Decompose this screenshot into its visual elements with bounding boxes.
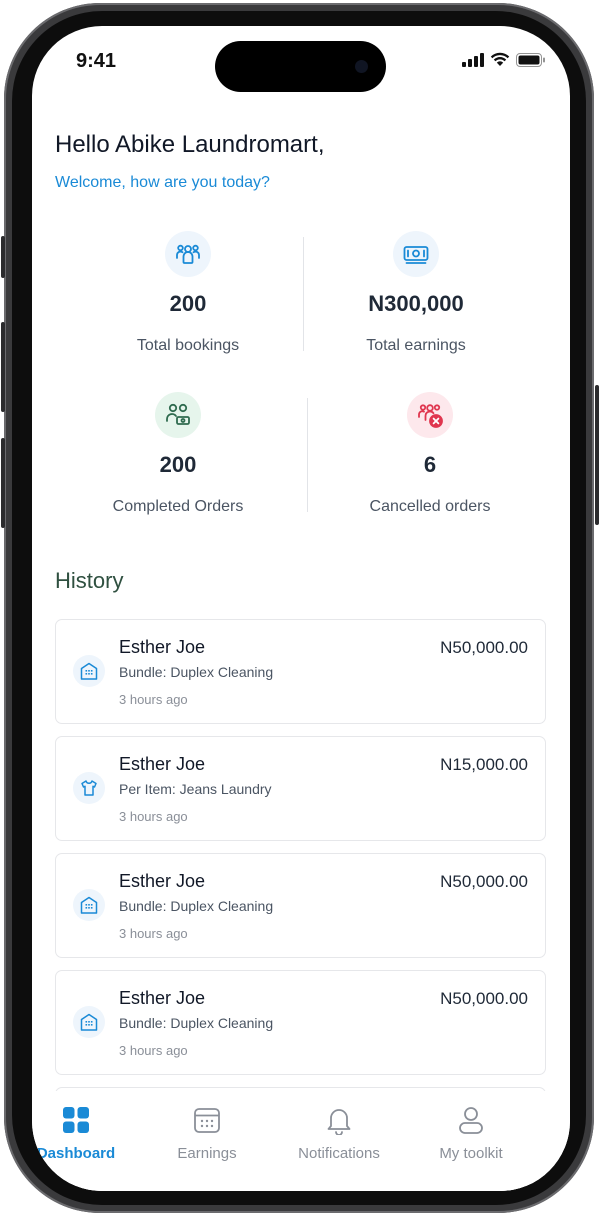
status-icons: [462, 52, 546, 67]
stat-value: N300,000: [368, 291, 464, 316]
wifi-icon: [490, 52, 510, 66]
stat-label: Completed Orders: [112, 498, 244, 515]
stat-completed-orders[interactable]: 200 Completed Orders: [78, 392, 278, 516]
order-amount: N15,000.00: [440, 755, 528, 774]
order-description: Bundle: Duplex Cleaning: [119, 898, 274, 914]
camera-icon: [355, 60, 368, 73]
action-button: [1, 236, 5, 278]
order-time: 3 hours ago: [119, 926, 188, 941]
volume-down-button: [1, 438, 5, 528]
shirt-icon: [73, 772, 105, 804]
greeting-title: Hello Abike Laundromart,: [55, 131, 325, 158]
customer-name: Esther Joe: [119, 754, 206, 774]
tab-earnings[interactable]: Earnings: [142, 1103, 272, 1162]
tab-label: My toolkit: [439, 1145, 503, 1162]
stat-label: Total earnings: [366, 337, 466, 354]
customer-name: Esther Joe: [119, 871, 206, 891]
bottom-tab-bar: Dashboard Earnings Notifications My tool…: [32, 1091, 570, 1191]
user-icon: [406, 1103, 536, 1137]
users-cancel-icon: [407, 392, 453, 438]
building-icon: [73, 1006, 105, 1038]
customer-name: Esther Joe: [119, 637, 206, 657]
stat-cancelled-orders[interactable]: 6 Cancelled orders: [330, 392, 530, 516]
history-title: History: [55, 568, 124, 593]
order-amount: N50,000.00: [440, 638, 528, 657]
status-bar: 9:41: [32, 26, 570, 92]
order-time: 3 hours ago: [119, 692, 188, 707]
tab-my-toolkit[interactable]: My toolkit: [406, 1103, 536, 1162]
order-description: Bundle: Duplex Cleaning: [119, 1015, 274, 1031]
stat-value: 200: [159, 452, 197, 477]
order-description: Bundle: Duplex Cleaning: [119, 664, 274, 680]
stat-label: Total bookings: [136, 337, 240, 354]
volume-up-button: [1, 322, 5, 412]
cash-icon: [393, 231, 439, 277]
power-button: [595, 385, 599, 525]
stats-divider: [303, 237, 304, 351]
stat-total-earnings[interactable]: N300,000 Total earnings: [316, 231, 516, 355]
tab-notifications[interactable]: Notifications: [274, 1103, 404, 1162]
history-item[interactable]: Esther Joe N50,000.00 Bundle: Duplex Cle…: [55, 619, 546, 724]
signal-icon: [462, 52, 484, 67]
tab-label: Notifications: [298, 1145, 380, 1162]
battery-icon: [516, 52, 545, 67]
welcome-text: Welcome, how are you today?: [55, 174, 270, 191]
tab-dashboard[interactable]: Dashboard: [32, 1103, 141, 1162]
history-item[interactable]: Esther Joe N50,000.00 Bundle: Duplex Cle…: [55, 970, 546, 1075]
stat-value: 200: [169, 291, 207, 316]
order-time: 3 hours ago: [119, 1043, 188, 1058]
user-cash-icon: [155, 392, 201, 438]
history-item[interactable]: Esther Joe N15,000.00 Per Item: Jeans La…: [55, 736, 546, 841]
stat-total-bookings[interactable]: 200 Total bookings: [88, 231, 288, 355]
screen: 9:41 Hello Abike Laundromart, Welcome, h…: [32, 26, 570, 1191]
building-icon: [73, 655, 105, 687]
tab-label: Earnings: [177, 1145, 237, 1162]
stats-divider: [307, 398, 308, 512]
customer-name: Esther Joe: [119, 988, 206, 1008]
stat-label: Cancelled orders: [369, 498, 491, 515]
order-amount: N50,000.00: [440, 872, 528, 891]
order-amount: N50,000.00: [440, 989, 528, 1008]
history-item[interactable]: Esther Joe N50,000.00 Bundle: Duplex Cle…: [55, 853, 546, 958]
grid-icon: [32, 1103, 141, 1137]
bell-icon: [274, 1103, 404, 1137]
calendar-icon: [142, 1103, 272, 1137]
tab-label: Dashboard: [36, 1145, 116, 1162]
order-description: Per Item: Jeans Laundry: [119, 781, 272, 797]
users-icon: [165, 231, 211, 277]
stat-value: 6: [423, 452, 437, 477]
building-icon: [73, 889, 105, 921]
dynamic-island: [215, 41, 386, 92]
status-time: 9:41: [76, 50, 117, 72]
order-time: 3 hours ago: [119, 809, 188, 824]
